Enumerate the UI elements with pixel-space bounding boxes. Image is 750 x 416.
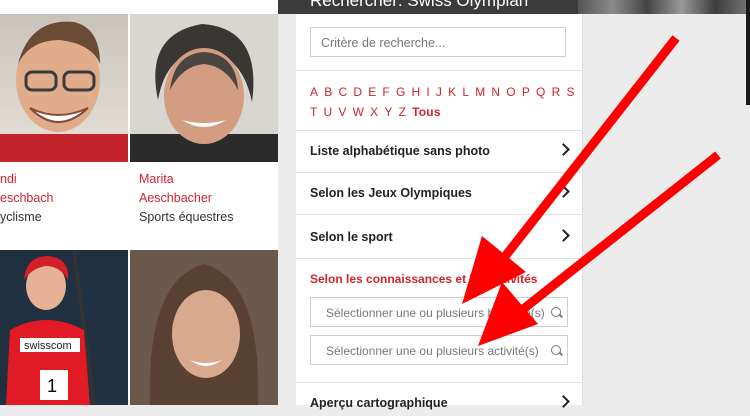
athlete-caption: ndi eschbach yclisme bbox=[0, 170, 54, 227]
row-map-overview[interactable]: Aperçu cartographique bbox=[310, 395, 570, 416]
chevron-right-icon bbox=[557, 185, 570, 198]
divider bbox=[296, 70, 582, 71]
letter-filter-g[interactable]: G bbox=[396, 85, 406, 99]
athlete-photo[interactable] bbox=[0, 14, 128, 162]
row-label: Selon le sport bbox=[310, 230, 393, 244]
chevron-right-icon bbox=[557, 143, 570, 156]
search-icon bbox=[551, 307, 561, 317]
letter-filter-l[interactable]: L bbox=[462, 85, 469, 99]
letter-filter-y[interactable]: Y bbox=[384, 105, 392, 119]
letter-filter-a[interactable]: A bbox=[310, 85, 318, 99]
letter-filter-w[interactable]: W bbox=[353, 105, 365, 119]
letter-filter-i[interactable]: I bbox=[426, 85, 430, 99]
athlete-lastname[interactable]: eschbach bbox=[0, 189, 54, 208]
letter-filter-e[interactable]: E bbox=[368, 85, 376, 99]
branches-select[interactable]: Sélectionner une ou plusieurs branche(s) bbox=[310, 297, 568, 327]
activities-select-placeholder: Sélectionner une ou plusieurs activité(s… bbox=[326, 344, 539, 358]
letter-filter-k[interactable]: K bbox=[448, 85, 456, 99]
branches-select-placeholder: Sélectionner une ou plusieurs branche(s) bbox=[326, 306, 545, 320]
letter-filter-o[interactable]: O bbox=[506, 85, 516, 99]
row-alphabetical-list[interactable]: Liste alphabétique sans photo bbox=[310, 143, 570, 164]
divider bbox=[296, 172, 582, 173]
divider bbox=[296, 130, 582, 131]
panel-title: Rechercher: Swiss Olympian bbox=[310, 0, 529, 10]
page-header: Rechercher: Swiss Olympian bbox=[278, 0, 750, 14]
letter-filter-h[interactable]: H bbox=[411, 85, 420, 99]
athlete-photo[interactable] bbox=[130, 250, 278, 405]
chevron-right-icon bbox=[557, 229, 570, 242]
chevron-right-icon bbox=[557, 395, 570, 408]
letter-filter-s[interactable]: S bbox=[566, 85, 574, 99]
letter-filter-j[interactable]: J bbox=[436, 85, 442, 99]
letter-filter-d[interactable]: D bbox=[353, 85, 362, 99]
letter-filter-all[interactable]: Tous bbox=[412, 105, 441, 119]
letter-filter-b[interactable]: B bbox=[324, 85, 332, 99]
header-image bbox=[578, 0, 750, 14]
row-label: Liste alphabétique sans photo bbox=[310, 144, 490, 158]
row-olympic-games[interactable]: Selon les Jeux Olympiques bbox=[310, 185, 570, 206]
athlete-photo[interactable] bbox=[130, 14, 278, 162]
letter-filter-u[interactable]: U bbox=[324, 105, 333, 119]
scrollbar[interactable] bbox=[746, 0, 750, 105]
search-icon bbox=[551, 345, 561, 355]
letter-filter-z[interactable]: Z bbox=[399, 105, 407, 119]
row-label: Aperçu cartographique bbox=[310, 396, 448, 410]
search-panel: Critère de recherche... ABCDEFGHIJKLMNOP… bbox=[296, 14, 583, 410]
athlete-sport: yclisme bbox=[0, 210, 42, 224]
letter-filter-v[interactable]: V bbox=[338, 105, 346, 119]
svg-text:1: 1 bbox=[47, 376, 57, 396]
athlete-grid: ndi eschbach yclisme Marita Aeschbacher … bbox=[0, 0, 278, 405]
letter-filter-t[interactable]: T bbox=[310, 105, 318, 119]
letter-filter-q[interactable]: Q bbox=[536, 85, 546, 99]
athlete-firstname[interactable]: ndi bbox=[0, 170, 54, 189]
athlete-sport: Sports équestres bbox=[139, 210, 234, 224]
athlete-lastname[interactable]: Aeschbacher bbox=[139, 189, 234, 208]
letter-filter-r[interactable]: R bbox=[552, 85, 561, 99]
letter-filter-n[interactable]: N bbox=[491, 85, 500, 99]
row-sport[interactable]: Selon le sport bbox=[310, 229, 570, 250]
athlete-firstname[interactable]: Marita bbox=[139, 170, 234, 189]
activities-select[interactable]: Sélectionner une ou plusieurs activité(s… bbox=[310, 335, 568, 365]
divider bbox=[296, 214, 582, 215]
skills-section-title: Selon les connaissances et les activités bbox=[310, 272, 538, 286]
letter-filter-x[interactable]: X bbox=[370, 105, 378, 119]
letter-filter-f[interactable]: F bbox=[382, 85, 390, 99]
svg-text:swisscom: swisscom bbox=[24, 340, 72, 352]
letter-filter-p[interactable]: P bbox=[522, 85, 530, 99]
divider bbox=[296, 258, 582, 259]
alphabet-filter: A B C D E F G H I J K L M N O P Q R S T U V W X Y Z Tous bbox=[310, 82, 574, 122]
row-label: Selon les Jeux Olympiques bbox=[310, 186, 472, 200]
athlete-photo[interactable]: swisscom 1 bbox=[0, 250, 128, 405]
letter-filter-m[interactable]: M bbox=[475, 85, 485, 99]
divider bbox=[296, 382, 582, 383]
search-input[interactable]: Critère de recherche... bbox=[310, 27, 566, 57]
letter-filter-c[interactable]: C bbox=[338, 85, 347, 99]
athlete-caption: Marita Aeschbacher Sports équestres bbox=[139, 170, 234, 227]
